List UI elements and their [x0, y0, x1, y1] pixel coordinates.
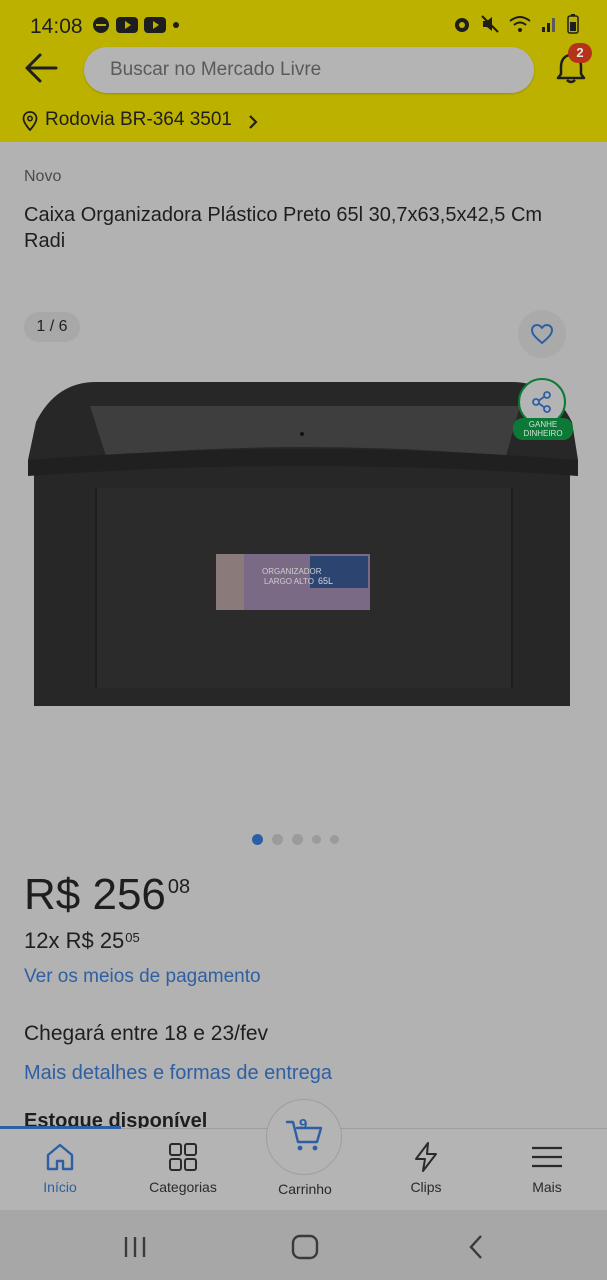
- product-price: R$ 256 08: [24, 870, 190, 920]
- status-right-icons: [453, 14, 579, 34]
- notification-badge: 2: [568, 43, 592, 63]
- tab-inicio[interactable]: Início: [10, 1141, 110, 1195]
- active-tab-indicator: [0, 1126, 121, 1129]
- product-content: Novo Caixa Organizadora Plástico Preto 6…: [0, 142, 607, 1132]
- box-label-size: 65L: [318, 576, 333, 586]
- box-label-line2: LARGO ALTO: [264, 577, 314, 586]
- delivery-details-link[interactable]: Mais detalhes e formas de entrega: [24, 1062, 332, 1085]
- tab-categorias[interactable]: Categorias: [133, 1141, 233, 1195]
- installments-cents: 05: [125, 930, 140, 945]
- chevron-right-icon: [249, 115, 258, 129]
- carousel-dot[interactable]: [330, 835, 339, 844]
- address-label: Rodovia BR-364 3501: [45, 109, 232, 130]
- back-nav-icon[interactable]: [466, 1234, 486, 1260]
- header: Buscar no Mercado Livre: [0, 40, 607, 100]
- product-condition: Novo: [24, 168, 62, 185]
- bottom-tab-bar: Início Categorias 9 Carrinho Clips Mais: [0, 1099, 607, 1211]
- youtube-icon: [116, 17, 138, 33]
- address-bar[interactable]: Rodovia BR-364 3501: [0, 100, 607, 142]
- carousel-dot-active[interactable]: [252, 834, 263, 845]
- cart-count: 9: [299, 1116, 308, 1133]
- wifi-icon: [509, 16, 531, 32]
- price-main: R$ 256: [24, 870, 166, 919]
- home-icon: [46, 1143, 74, 1171]
- share-icon: [532, 391, 551, 413]
- storage-box: [28, 382, 578, 706]
- tab-inicio-label: Início: [43, 1179, 77, 1195]
- lightning-icon: [415, 1142, 437, 1172]
- payment-methods-link[interactable]: Ver os meios de pagamento: [24, 966, 261, 988]
- search-input[interactable]: Buscar no Mercado Livre: [84, 47, 534, 93]
- carousel-dot[interactable]: [292, 834, 303, 845]
- mute-icon: [481, 15, 499, 33]
- home-nav-icon[interactable]: [291, 1234, 319, 1260]
- box-label-line1: ORGANIZADOR: [262, 567, 322, 576]
- tab-mais[interactable]: Mais: [497, 1141, 597, 1195]
- image-counter: 1 / 6: [24, 312, 80, 342]
- product-image[interactable]: ORGANIZADOR LARGO ALTO 65L: [26, 378, 582, 712]
- tab-clips[interactable]: Clips: [376, 1141, 476, 1195]
- status-left-icons: [92, 16, 180, 34]
- menu-icon: [532, 1146, 562, 1168]
- favorite-button[interactable]: [518, 310, 566, 358]
- location-pin-icon: [22, 111, 38, 131]
- search-placeholder: Buscar no Mercado Livre: [110, 59, 322, 80]
- battery-icon: [567, 14, 579, 34]
- carousel-dots: [252, 834, 339, 845]
- carousel-dot[interactable]: [312, 835, 321, 844]
- grid-icon: [169, 1143, 197, 1171]
- back-arrow-icon[interactable]: [22, 50, 62, 86]
- carousel-dot[interactable]: [272, 834, 283, 845]
- product-title: Caixa Organizadora Plástico Preto 65l 30…: [24, 204, 543, 252]
- tab-carrinho[interactable]: 9: [266, 1099, 342, 1175]
- price-cents: 08: [167, 876, 191, 898]
- installments-main: 12x R$ 25: [24, 928, 125, 953]
- installments: 12x R$ 2505: [24, 928, 140, 954]
- status-time: 14:08: [30, 15, 83, 38]
- tab-clips-label: Clips: [410, 1179, 442, 1195]
- tab-categorias-label: Categorias: [149, 1179, 217, 1195]
- product-label: ORGANIZADOR LARGO ALTO 65L: [216, 554, 370, 610]
- edge-icon: [93, 17, 109, 33]
- youtube-icon: [144, 17, 166, 33]
- delivery-estimate: Chegará entre 18 e 23/fev: [24, 1022, 269, 1045]
- tab-mais-label: Mais: [532, 1179, 562, 1195]
- signal-icon: [542, 18, 555, 32]
- alarm-icon: [455, 18, 469, 32]
- tab-carrinho-label: Carrinho: [278, 1181, 332, 1197]
- system-nav-bar: [0, 1210, 607, 1280]
- dot-icon: [173, 22, 179, 28]
- share-badge: GANHE DINHEIRO: [513, 418, 573, 440]
- heart-icon: [531, 324, 553, 344]
- recent-apps-icon[interactable]: [122, 1235, 148, 1259]
